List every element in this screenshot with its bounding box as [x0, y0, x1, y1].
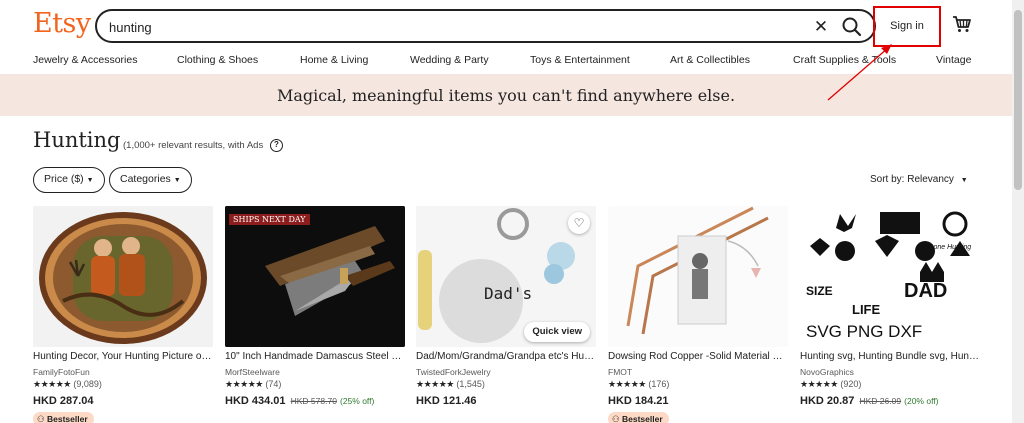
review-count: (9,089)	[73, 379, 102, 389]
stars-icon: ★★★★★	[416, 379, 454, 389]
etsy-logo[interactable]: Etsy	[33, 8, 91, 39]
scrollbar-thumb[interactable]	[1014, 10, 1022, 190]
price: HKD 20.87 HKD 26.09 (20% off)	[800, 395, 938, 407]
price: HKD 287.04	[33, 395, 94, 407]
product-image[interactable]: DAD SIZE LIFE Gone Hunting SVG PNG DXF	[800, 206, 980, 347]
ships-next-day-label: SHIPS NEXT DAY	[229, 214, 310, 225]
product-card[interactable]: Hunting Decor, Your Hunting Picture on W…	[33, 206, 213, 423]
product-image[interactable]: SHIPS NEXT DAY	[225, 206, 405, 347]
keychain-text: Dad's	[484, 284, 533, 303]
stars-icon: ★★★★★	[608, 379, 646, 389]
rating: ★★★★★ (1,545)	[416, 379, 485, 390]
image-text-svg-png-dxf: SVG PNG DXF	[806, 322, 923, 341]
quick-view-button[interactable]: Quick view	[524, 322, 590, 342]
category-clothing[interactable]: Clothing & Shoes	[177, 54, 258, 66]
current-price: HKD 184.21	[608, 395, 669, 407]
review-count: (920)	[840, 379, 862, 389]
shop-name[interactable]: FamilyFotoFun	[33, 367, 90, 377]
shop-name[interactable]: FMOT	[608, 367, 632, 377]
category-toys[interactable]: Toys & Entertainment	[530, 54, 630, 66]
current-price: HKD 121.46	[416, 395, 477, 407]
original-price: HKD 578.70	[290, 396, 337, 406]
clear-icon[interactable]: ✕	[811, 17, 831, 37]
shop-name[interactable]: MorfSteelware	[225, 367, 280, 377]
product-image[interactable]: Dad's ♡ Quick view	[416, 206, 596, 347]
discount: (25% off)	[339, 396, 375, 406]
sort-label: Sort by: Relevancy	[870, 174, 954, 185]
rating: ★★★★★ (74)	[225, 379, 281, 390]
stars-icon: ★★★★★	[33, 379, 71, 389]
search-input[interactable]	[109, 17, 759, 37]
price: HKD 121.46	[416, 395, 477, 407]
search-icon[interactable]	[841, 16, 863, 38]
caret-down-icon: ▼	[86, 177, 94, 184]
category-vintage[interactable]: Vintage	[936, 54, 971, 66]
caret-down-icon: ▼	[173, 177, 181, 184]
bestseller-badge: ⚇ Bestseller	[33, 412, 94, 423]
categories-filter-button[interactable]: Categories ▼	[109, 167, 192, 193]
product-card[interactable]: DAD SIZE LIFE Gone Hunting SVG PNG DXF H…	[800, 206, 980, 423]
bestseller-badge: ⚇ Bestseller	[608, 412, 669, 423]
sort-dropdown[interactable]: Sort by: Relevancy ▼	[870, 174, 968, 185]
product-image[interactable]	[608, 206, 788, 347]
rating: ★★★★★ (176)	[608, 379, 669, 390]
product-title[interactable]: Dowsing Rod Copper -Solid Material Dowsi…	[608, 351, 788, 362]
shop-name[interactable]: TwistedForkJewelry	[416, 367, 491, 377]
image-text-gone-hunting: Gone Hunting	[928, 244, 972, 251]
product-card[interactable]: Dowsing Rod Copper -Solid Material Dowsi…	[608, 206, 788, 423]
award-icon: ⚇	[612, 414, 620, 423]
product-title[interactable]: 10" Inch Handmade Damascus Steel Hunting…	[225, 351, 405, 362]
categories-filter-label: Categories	[120, 173, 171, 185]
results-count: (1,000+ relevant results, with Ads	[123, 140, 264, 151]
badge-label: Bestseller	[622, 414, 663, 423]
page-title: Hunting	[33, 128, 121, 152]
category-jewelry[interactable]: Jewelry & Accessories	[33, 54, 137, 66]
help-icon[interactable]: ?	[270, 139, 283, 152]
image-text-life: LIFE	[852, 302, 881, 317]
review-count: (176)	[648, 379, 670, 389]
category-art[interactable]: Art & Collectibles	[670, 54, 750, 66]
current-price: HKD 434.01	[225, 395, 286, 407]
category-wedding[interactable]: Wedding & Party	[410, 54, 489, 66]
award-icon: ⚇	[37, 414, 45, 423]
caret-down-icon: ▼	[960, 177, 968, 184]
rating: ★★★★★ (9,089)	[33, 379, 102, 390]
shop-name[interactable]: NovoGraphics	[800, 367, 854, 377]
search-bar[interactable]: ✕	[95, 9, 876, 43]
original-price: HKD 26.09	[859, 396, 902, 406]
category-home[interactable]: Home & Living	[300, 54, 368, 66]
price: HKD 184.21	[608, 395, 669, 407]
image-text-dad: DAD	[904, 280, 948, 302]
current-price: HKD 287.04	[33, 395, 94, 407]
badge-label: Bestseller	[47, 414, 88, 423]
current-price: HKD 20.87	[800, 395, 855, 407]
review-count: (1,545)	[456, 379, 485, 389]
product-title[interactable]: Dad/Mom/Grandma/Grandpa etc's Hunting Bu…	[416, 351, 596, 362]
sign-in-button[interactable]: Sign in	[876, 10, 938, 42]
product-card[interactable]: Dad's ♡ Quick view Dad/Mom/Grandma/Grand…	[416, 206, 596, 423]
stars-icon: ★★★★★	[800, 379, 838, 389]
price-filter-label: Price ($)	[44, 173, 84, 185]
product-title[interactable]: Hunting svg, Hunting Bundle svg, Hunting…	[800, 351, 980, 362]
stars-icon: ★★★★★	[225, 379, 263, 389]
product-title[interactable]: Hunting Decor, Your Hunting Picture on W…	[33, 351, 213, 362]
product-card[interactable]: SHIPS NEXT DAY 10" Inch Handmade Damascu…	[225, 206, 405, 423]
rating: ★★★★★ (920)	[800, 379, 861, 390]
product-image[interactable]	[33, 206, 213, 347]
review-count: (74)	[265, 379, 282, 389]
image-text-size: SIZE	[806, 284, 833, 298]
cart-icon[interactable]	[952, 14, 972, 34]
annotation-arrow-icon	[827, 44, 892, 101]
discount: (20% off)	[904, 396, 939, 406]
favorite-heart-icon[interactable]: ♡	[568, 212, 590, 234]
price: HKD 434.01 HKD 578.70 (25% off)	[225, 395, 374, 407]
price-filter-button[interactable]: Price ($) ▼	[33, 167, 105, 193]
